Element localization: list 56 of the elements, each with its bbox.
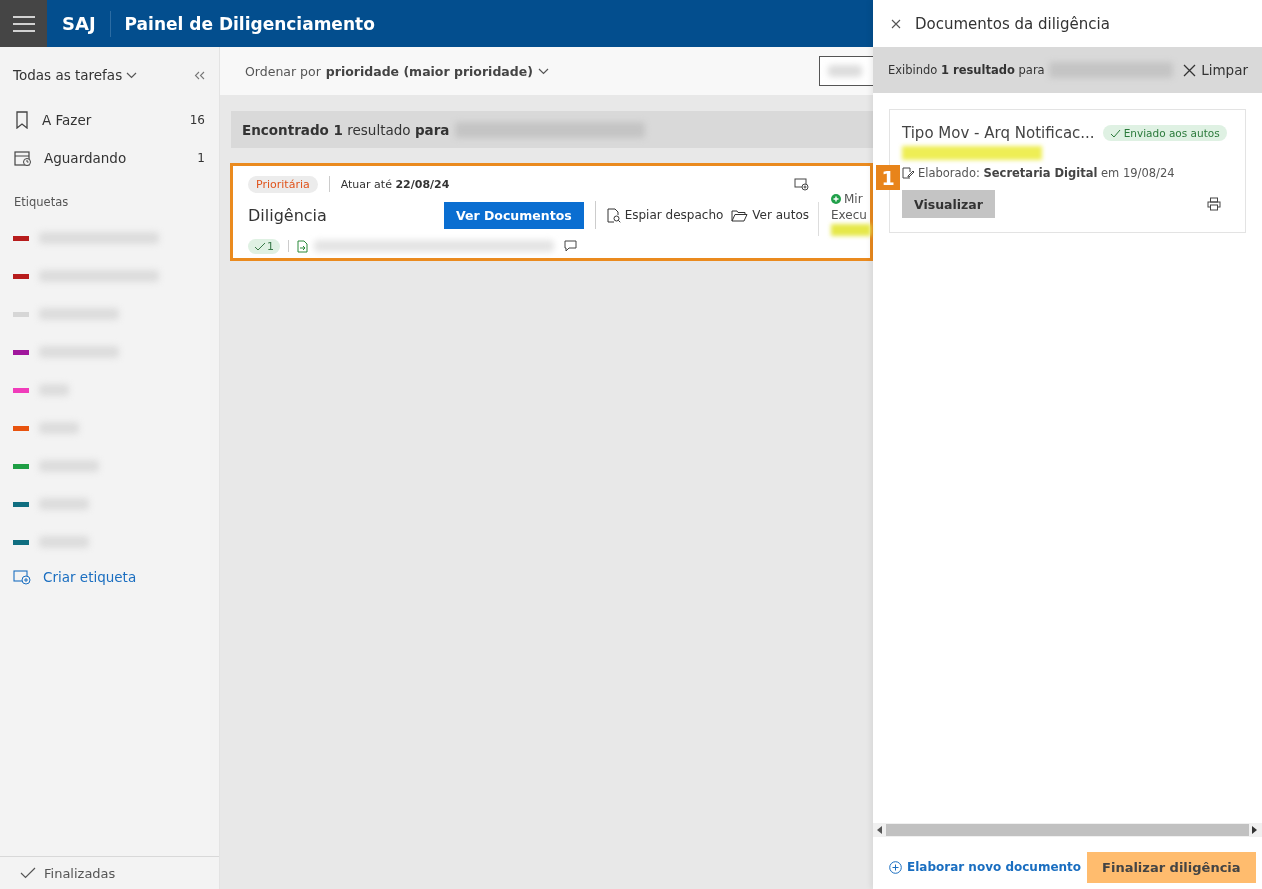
item-count: 16 — [189, 113, 205, 127]
create-label-link[interactable]: Criar etiqueta — [43, 569, 137, 585]
action-link[interactable]: Ver autos — [731, 208, 809, 222]
document-arrow-icon — [297, 239, 308, 253]
comment-icon[interactable] — [564, 240, 577, 252]
document-search-icon — [606, 207, 621, 223]
bookmark-icon — [14, 111, 30, 129]
check-icon — [20, 867, 36, 879]
deadline-text: Atuar até 22/08/24 — [340, 177, 450, 191]
horizontal-scrollbar[interactable] — [873, 823, 1262, 837]
new-document-link[interactable]: Elaborar novo documento — [883, 859, 1088, 875]
document-meta: Elaborado: Secretaria Digital em 19/08/24 — [918, 166, 1175, 180]
action-link[interactable]: Espiar despacho — [606, 207, 724, 223]
menu-button[interactable] — [0, 0, 47, 47]
chevron-down-icon — [126, 71, 138, 79]
step-marker: 1 — [876, 165, 900, 190]
scroll-right-icon[interactable] — [1252, 826, 1258, 834]
panel-title: Documentos da diligência — [915, 14, 1110, 33]
close-icon[interactable] — [891, 18, 901, 29]
add-window-icon[interactable] — [794, 177, 809, 191]
highlighted-name — [831, 224, 871, 236]
status-text: Mir — [844, 192, 863, 206]
status-badge: Enviado aos autos — [1102, 125, 1227, 141]
chevron-down-icon — [537, 67, 549, 75]
close-icon — [1183, 63, 1197, 77]
edit-document-icon — [902, 167, 914, 179]
print-icon[interactable] — [1207, 197, 1221, 211]
plus-circle-icon — [889, 860, 902, 874]
results-summary: Encontrado 1 resultado para — [242, 121, 450, 138]
priority-tag: Prioritária — [248, 175, 318, 193]
task-filter-dropdown[interactable]: Todas as tarefas — [13, 67, 138, 83]
task-title: Diligência — [248, 205, 328, 225]
menu-icon — [12, 15, 35, 32]
view-documents-button[interactable]: Ver Documentos — [444, 201, 584, 229]
finished-tasks-link[interactable]: Finalizadas — [44, 865, 116, 881]
sidebar-item[interactable]: Aguardando 1 — [0, 139, 219, 177]
check-count-badge: 1 — [248, 238, 280, 254]
app-logo: SAJ — [47, 10, 111, 37]
search-field[interactable] — [819, 56, 873, 86]
filter-summary: Exibindo 1 resultado para — [888, 63, 1045, 77]
add-label-icon — [13, 569, 31, 585]
collapse-icon[interactable] — [194, 70, 205, 80]
sort-dropdown[interactable]: Ordenar por prioridade (maior prioridade) — [245, 63, 549, 79]
executor-label: Execu — [831, 208, 865, 222]
finish-button[interactable]: Finalizar diligência — [1087, 851, 1256, 883]
view-button[interactable]: Visualizar — [902, 190, 995, 218]
page-title: Painel de Diligenciamento — [123, 13, 375, 34]
calendar-clock-icon — [14, 149, 32, 167]
item-count: 1 — [197, 151, 205, 165]
sidebar-item[interactable]: A Fazer 16 — [0, 101, 219, 139]
section-heading: Etiquetas — [13, 194, 70, 211]
document-title: Tipo Mov - Arq Notificac... — [902, 124, 1095, 142]
folder-icon — [731, 208, 749, 222]
plus-circle-icon — [831, 194, 841, 204]
clear-button[interactable]: Limpar — [1177, 61, 1254, 79]
scroll-left-icon[interactable] — [877, 826, 883, 834]
